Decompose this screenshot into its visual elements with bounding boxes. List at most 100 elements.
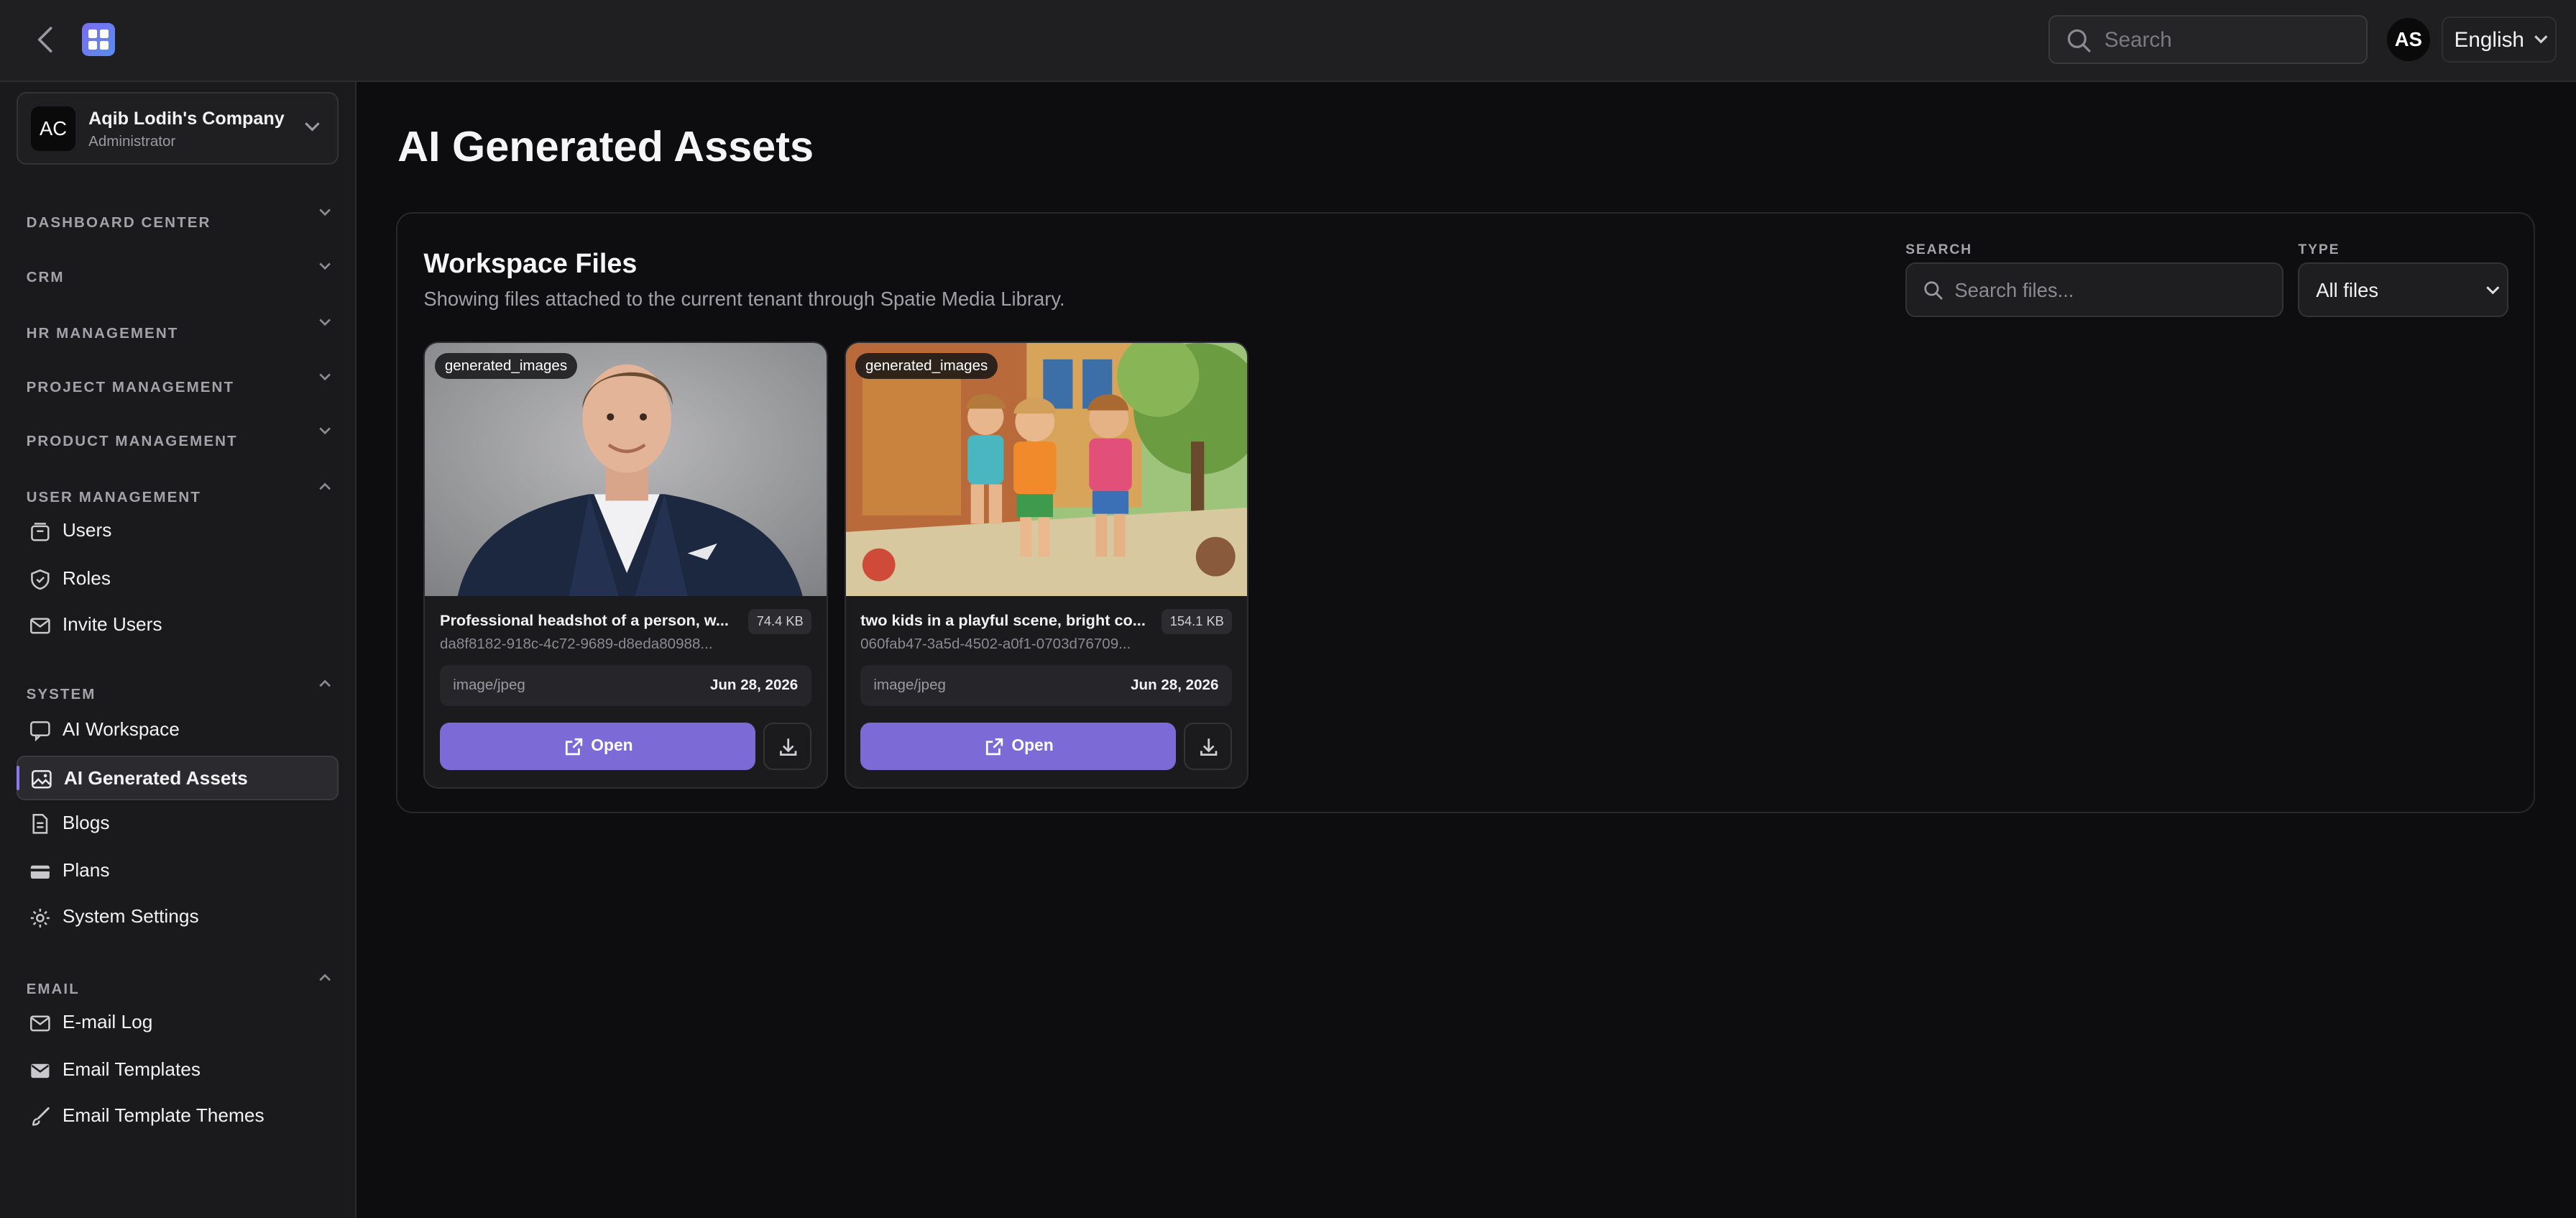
section-label: HR MANAGEMENT — [26, 324, 179, 342]
open-button-label: Open — [591, 736, 633, 755]
org-name: Aqib Lodih's Company — [88, 108, 285, 129]
download-button[interactable] — [763, 723, 811, 771]
section-dashboard-center[interactable]: DASHBOARD CENTER — [27, 203, 332, 231]
sidebar-item-label: Blogs — [62, 812, 110, 834]
sidebar-item-email-templates[interactable]: Email Templates — [17, 1048, 339, 1093]
chat-icon — [30, 721, 50, 741]
sidebar-item-label: Invite Users — [62, 613, 162, 635]
file-meta: image/jpeg Jun 28, 2026 — [439, 665, 811, 707]
chevron-down-icon — [305, 122, 320, 132]
chevron-down-icon — [319, 319, 331, 326]
back-button[interactable] — [29, 22, 63, 58]
sidebar-item-label: Users — [62, 519, 112, 541]
brush-icon — [32, 1107, 50, 1126]
file-mime: image/jpeg — [873, 677, 946, 694]
chevron-down-icon — [319, 209, 331, 216]
sidebar-item-label: Email Template Themes — [62, 1104, 264, 1126]
section-email[interactable]: EMAIL — [27, 970, 332, 997]
sidebar-item-ai-generated-assets[interactable]: AI Generated Assets — [16, 756, 339, 801]
section-label: PROJECT MANAGEMENT — [26, 378, 235, 395]
section-system[interactable]: SYSTEM — [27, 675, 332, 702]
chevron-up-icon — [319, 974, 331, 981]
section-project-management[interactable]: PROJECT MANAGEMENT — [27, 368, 332, 395]
sidebar-item-invite-users[interactable]: Invite Users — [17, 603, 339, 648]
sidebar-item-label: System Settings — [62, 905, 199, 928]
user-avatar[interactable]: AS — [2387, 18, 2430, 61]
open-button[interactable]: Open — [860, 723, 1176, 771]
chevron-down-icon — [2534, 35, 2548, 44]
chevron-up-icon — [319, 482, 331, 490]
file-thumbnail[interactable]: generated_images — [845, 343, 1247, 597]
envelope-filled-icon — [31, 1063, 50, 1079]
sidebar: AC Aqib Lodih's Company Administrator DA… — [0, 82, 356, 1218]
shield-icon — [31, 569, 50, 590]
sidebar-item-label: AI Generated Assets — [63, 767, 248, 789]
sidebar-item-roles[interactable]: Roles — [17, 557, 339, 602]
search-label: SEARCH — [1905, 241, 1973, 257]
file-id: 060fab47-3a5d-4502-a0f1-0703d76709... — [860, 635, 1131, 652]
section-hr-management[interactable]: HR MANAGEMENT — [27, 314, 332, 342]
sidebar-item-email-log[interactable]: E-mail Log — [17, 1001, 339, 1045]
section-user-management[interactable]: USER MANAGEMENT — [27, 478, 332, 505]
kids-illustration-image — [845, 343, 1247, 597]
file-card[interactable]: generated_images two kids in a playful s… — [844, 342, 1248, 789]
collection-tag: generated_images — [855, 352, 998, 380]
external-link-icon — [985, 738, 1003, 755]
file-search-placeholder: Search files... — [1954, 278, 2074, 301]
top-bar: Search AS English — [0, 0, 2576, 83]
file-card[interactable]: generated_images Professional headshot o… — [423, 342, 828, 789]
sidebar-item-system-settings[interactable]: System Settings — [17, 896, 339, 940]
file-date: Jun 28, 2026 — [709, 677, 799, 694]
org-switcher[interactable]: AC Aqib Lodih's Company Administrator — [16, 91, 339, 165]
sidebar-item-label: Roles — [62, 567, 111, 589]
open-button[interactable]: Open — [439, 723, 755, 771]
language-select[interactable]: English — [2441, 16, 2557, 63]
panel-title: Workspace Files — [423, 247, 638, 278]
document-icon — [32, 814, 48, 835]
global-search-input[interactable]: Search — [2048, 14, 2368, 65]
section-product-management[interactable]: PRODUCT MANAGEMENT — [27, 422, 332, 449]
sidebar-item-blogs[interactable]: Blogs — [17, 802, 339, 846]
type-label: TYPE — [2298, 241, 2340, 257]
section-label: EMAIL — [26, 980, 80, 997]
section-label: USER MANAGEMENT — [26, 489, 201, 506]
section-label: SYSTEM — [26, 686, 96, 703]
section-crm[interactable]: CRM — [27, 258, 332, 285]
file-id: da8f8182-918c-4c72-9689-d8eda80988... — [439, 635, 713, 652]
file-search-input[interactable]: Search files... — [1905, 262, 2283, 317]
sidebar-item-email-template-themes[interactable]: Email Template Themes — [17, 1094, 339, 1139]
sidebar-item-ai-workspace[interactable]: AI Workspace — [17, 708, 339, 753]
file-name: two kids in a playful scene, bright co..… — [860, 610, 1146, 629]
file-meta: image/jpeg Jun 28, 2026 — [860, 665, 1232, 707]
file-size-badge: 74.4 KB — [748, 609, 812, 634]
sidebar-item-users[interactable]: Users — [17, 510, 339, 554]
org-avatar: AC — [31, 106, 75, 151]
file-size-badge: 154.1 KB — [1162, 609, 1233, 634]
download-button[interactable] — [1184, 723, 1232, 771]
type-select-value: All files — [2316, 278, 2379, 301]
app-logo-icon[interactable] — [82, 22, 115, 56]
mail-icon — [30, 618, 50, 634]
headshot-image — [425, 343, 827, 597]
gear-icon — [30, 908, 50, 928]
language-label: English — [2454, 27, 2524, 52]
image-icon — [32, 770, 52, 789]
credit-card-icon — [30, 865, 50, 879]
type-select[interactable]: All files — [2298, 262, 2508, 317]
search-icon — [1924, 281, 1943, 300]
section-label: DASHBOARD CENTER — [26, 214, 211, 232]
open-button-label: Open — [1011, 736, 1054, 755]
sidebar-item-label: E-mail Log — [62, 1010, 153, 1032]
file-mime: image/jpeg — [453, 677, 525, 694]
download-icon — [1200, 738, 1218, 756]
org-role: Administrator — [88, 132, 176, 150]
archive-icon — [31, 522, 50, 541]
search-icon — [2067, 29, 2091, 52]
chevron-left-icon — [38, 27, 52, 52]
sidebar-item-plans[interactable]: Plans — [17, 850, 339, 894]
sidebar-item-label: Email Templates — [62, 1058, 201, 1080]
chevron-down-icon — [319, 427, 331, 435]
sidebar-item-label: AI Workspace — [62, 718, 180, 740]
download-icon — [779, 738, 796, 756]
file-thumbnail[interactable]: generated_images — [425, 343, 827, 597]
